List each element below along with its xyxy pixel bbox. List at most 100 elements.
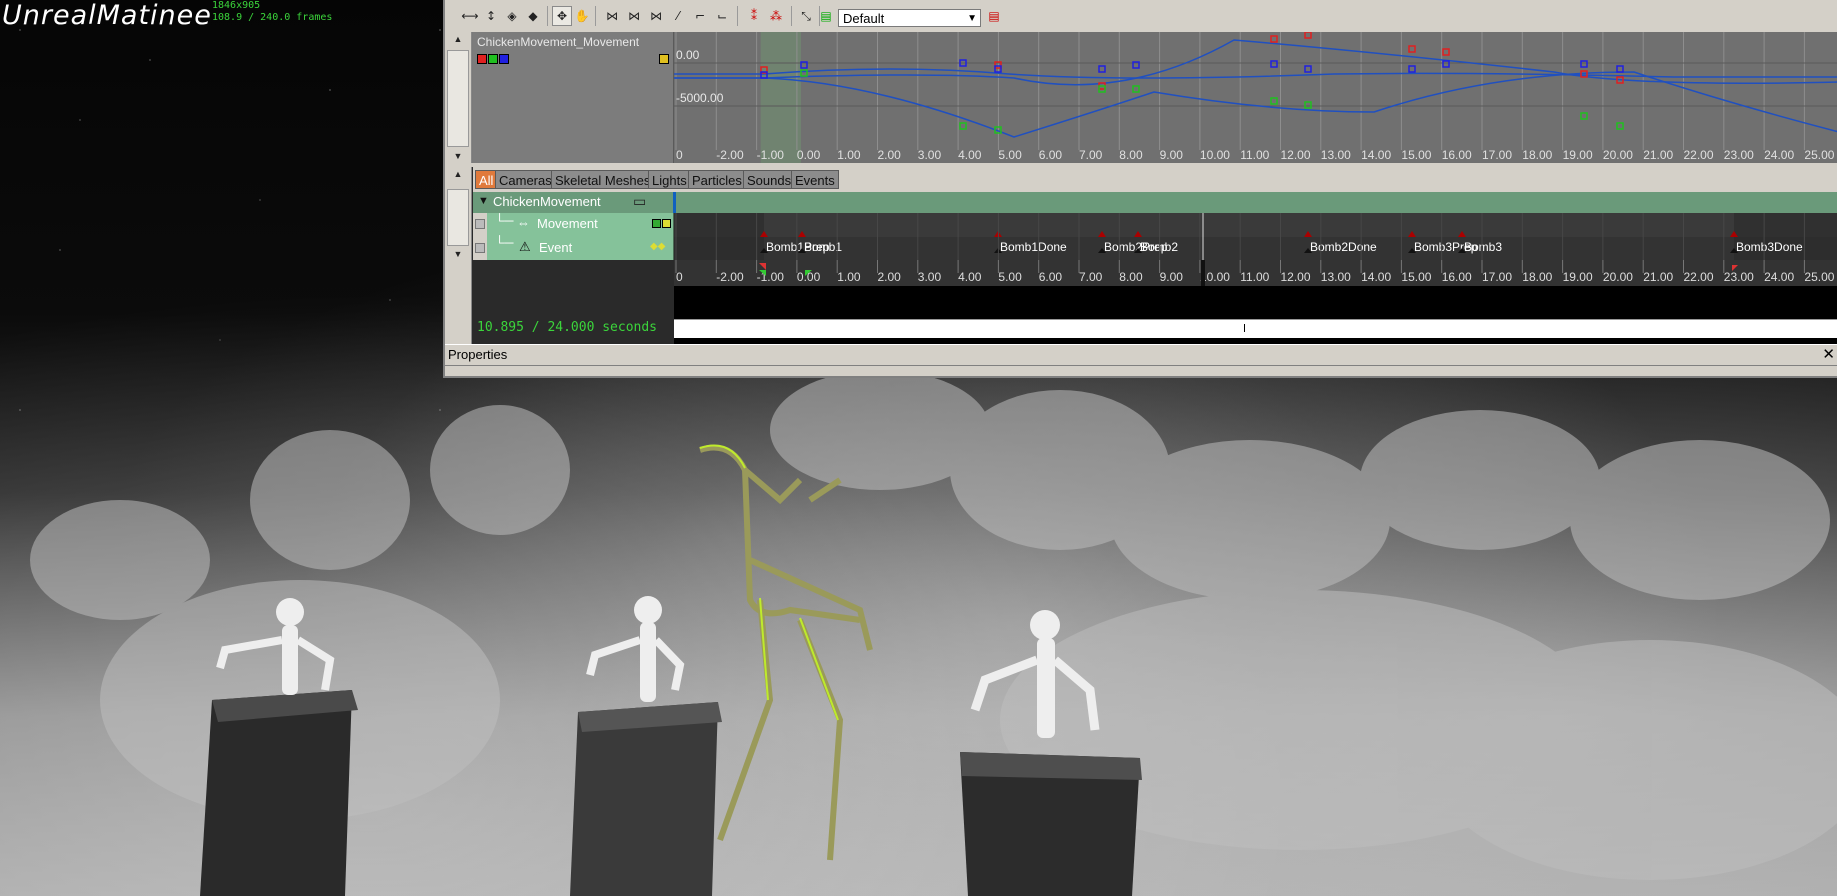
curve-tick-label: 15.00 [1401, 148, 1431, 162]
collapse-arrow-icon[interactable]: ▼ [478, 195, 489, 207]
curve-tick-label: 23.00 [1724, 148, 1754, 162]
preset-icon[interactable]: ▤ [817, 7, 835, 25]
fit-view-icon[interactable]: ◆ [524, 7, 542, 25]
scroll-down-icon[interactable]: ▼ [445, 249, 471, 259]
curve-linear-icon[interactable]: ⁄ [669, 7, 687, 25]
time-tick-label: 18.00 [1522, 270, 1552, 284]
matinee-editor-window: ⟷ ↕ ◈ ◆ ✥ ✋ ⋈ ⋈ ⋈ ⁄ ⌐ ⌙ ⁑ ⁂ ⤡ ▤ Default … [443, 0, 1837, 378]
tab-events[interactable]: Events [791, 170, 839, 189]
curve-tick-label: 13.00 [1321, 148, 1351, 162]
time-tick-label: 25.00 [1804, 270, 1834, 284]
event-key-icons[interactable]: ◆◆ [650, 241, 665, 252]
pedestal-middle [570, 702, 722, 896]
scroll-up-icon[interactable]: ▲ [445, 169, 471, 179]
group-label[interactable]: ▼ ChickenMovement ▭ [473, 192, 676, 213]
x-channel-swatch[interactable] [477, 54, 487, 64]
time-tick-label: 2.00 [878, 270, 902, 284]
time-tick-label: -1.00 [757, 270, 785, 284]
curve-graph-svg[interactable]: 0 -2.00 -1.00 0.00 1.00 2.00 3.00 4.00 5.00 6.00 7… [674, 32, 1837, 163]
snap-time-icon[interactable]: ⁂ [767, 7, 785, 25]
curve-key-point [1616, 65, 1624, 73]
curve-toggle-icon[interactable] [662, 219, 671, 228]
curve-value-label: -5000.00 [676, 91, 724, 105]
properties-title: Properties [448, 347, 508, 362]
movement-track-row[interactable]: └─ ⇔ Movement [473, 213, 674, 237]
tab-particles[interactable]: Particles [688, 170, 746, 189]
move-keys-icon[interactable]: ✥ [552, 6, 572, 26]
curve-scrollbar[interactable]: ▲ ▼ [445, 32, 472, 163]
tree-connector-icon: └─ [495, 213, 514, 228]
curve-constant-icon[interactable]: ⌐ [691, 7, 709, 25]
playhead-marker[interactable] [1244, 324, 1245, 332]
toolbar-separator [547, 6, 548, 26]
folder-icon[interactable]: ▭ [633, 193, 646, 210]
curve-tick-label: 2.00 [878, 148, 902, 162]
pre-range-shade [674, 213, 764, 260]
curve-toggle-icon[interactable] [652, 219, 661, 228]
curve-auto-icon[interactable]: ⋈ [603, 7, 621, 25]
curve-key-point [1304, 65, 1312, 73]
y-channel-swatch[interactable] [488, 54, 498, 64]
curve-key-point [1270, 97, 1278, 105]
curve-tick-label: 24.00 [1764, 148, 1794, 162]
time-tick-label: 4.00 [958, 270, 982, 284]
chevron-down-icon: ▼ [967, 13, 977, 24]
time-tick-label: 8.00 [1119, 270, 1143, 284]
curve-break-icon[interactable]: ⋈ [647, 7, 665, 25]
z-channel-swatch[interactable] [499, 54, 509, 64]
time-tick-label: 1.00 [837, 270, 861, 284]
curve-key-point [1442, 48, 1450, 56]
time-tick-label: 23.00 [1724, 270, 1754, 284]
curve-preset-select[interactable]: Default ▼ [838, 9, 981, 27]
curve-tick-label: 11.00 [1240, 148, 1269, 162]
curve-key-point [1132, 85, 1140, 93]
group-row[interactable]: ▼ ChickenMovement ▭ [473, 192, 1837, 213]
tab-sounds[interactable]: Sounds [743, 170, 796, 189]
pan-icon[interactable]: ✋ [573, 7, 591, 25]
scroll-up-icon[interactable]: ▲ [445, 34, 471, 44]
curve-tick-label: 8.00 [1119, 148, 1143, 162]
group-name: ChickenMovement [493, 194, 601, 209]
curve-tick-label: -2.00 [716, 148, 744, 162]
curve-key-point [1616, 122, 1624, 130]
curve-graph-area[interactable]: 0 -2.00 -1.00 0.00 1.00 2.00 3.00 4.00 5.00 6.00 7… [674, 32, 1837, 163]
zoom-fit-icon[interactable]: ⟷ [461, 7, 479, 25]
fit-loop-icon[interactable]: ◈ [503, 7, 521, 25]
event-key-label: Bomb1 [804, 240, 842, 254]
curve-visibility-swatch[interactable] [659, 54, 669, 64]
time-tick-label: 6.00 [1039, 270, 1063, 284]
curve-user-icon[interactable]: ⋈ [625, 7, 643, 25]
curve-tick-label: 16.00 [1442, 148, 1472, 162]
snap-icon[interactable]: ⁑ [745, 7, 763, 25]
time-tick-label: 14.00 [1361, 270, 1391, 284]
time-tick-label: 15.00 [1401, 270, 1431, 284]
tab-skeletal-meshes[interactable]: Skeletal Meshes [551, 170, 655, 189]
time-tick-label: 17.00 [1482, 270, 1512, 284]
event-enable-checkbox[interactable] [473, 237, 487, 260]
fit-sequence-icon[interactable]: ↕ [482, 7, 500, 25]
curve-editor: ▲ ▼ ChickenMovement_Movement 0 -2.00 -1.00… [445, 32, 1837, 163]
curve-tick-label: 18.00 [1522, 148, 1552, 162]
preset-edit-icon[interactable]: ▤ [985, 7, 1003, 25]
scrub-bar[interactable] [674, 319, 1837, 338]
movement-enable-checkbox[interactable] [473, 213, 487, 237]
curve-key-point [1408, 65, 1416, 73]
track-scrollbar[interactable]: ▲ ▼ [445, 167, 472, 344]
event-track-row[interactable]: └─ ⚠ Event ◆◆ [473, 235, 674, 260]
scroll-down-icon[interactable]: ▼ [445, 151, 471, 161]
curve-red [674, 39, 1837, 86]
scroll-thumb[interactable] [447, 50, 469, 147]
curve-flat-icon[interactable]: ⌙ [713, 7, 731, 25]
tab-lights[interactable]: Lights [648, 170, 691, 189]
curve-track-label[interactable]: ChickenMovement_Movement [473, 32, 674, 163]
tab-cameras[interactable]: Cameras [495, 170, 556, 189]
event-key-label: Bomb3 [1464, 240, 1502, 254]
close-icon[interactable]: ✕ [1822, 345, 1835, 363]
curve-tick-label: 10.00 [1200, 148, 1230, 162]
event-track-label-bg: └─ ⚠ Event ◆◆ [487, 235, 673, 260]
curve-value-label: 0.00 [676, 48, 700, 62]
scroll-thumb[interactable] [447, 189, 469, 246]
selection-band [760, 32, 801, 163]
curve-tick-label: 5.00 [998, 148, 1022, 162]
zoom-to-icon[interactable]: ⤡ [797, 7, 815, 25]
